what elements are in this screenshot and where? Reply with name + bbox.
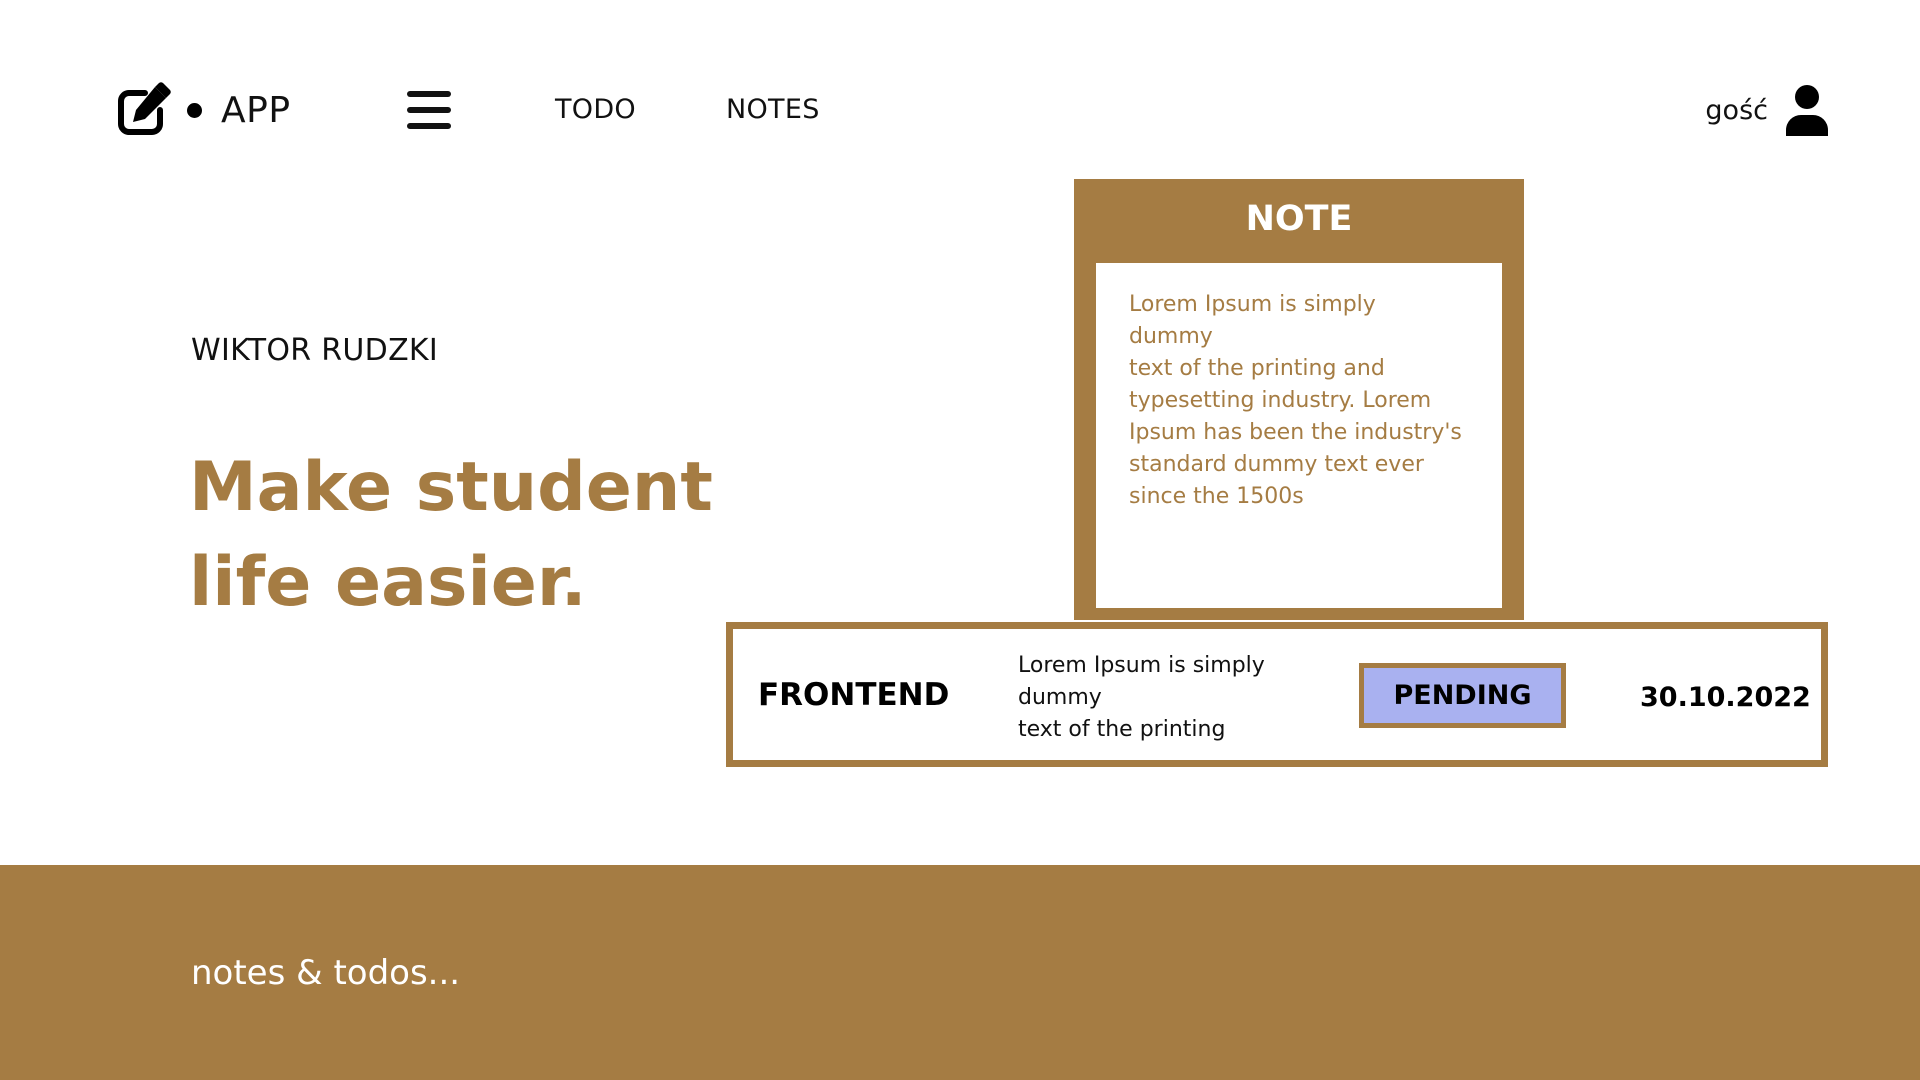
edit-square-icon bbox=[118, 82, 171, 135]
todo-item[interactable]: FRONTEND Lorem Ipsum is simply dummy tex… bbox=[726, 622, 1828, 767]
author-name: WIKTOR RUDZKI bbox=[191, 333, 439, 368]
logo-text: APP bbox=[221, 89, 291, 131]
todo-date: 30.10.2022 bbox=[1640, 682, 1811, 713]
footer-tagline: notes & todos... bbox=[191, 953, 461, 993]
status-badge[interactable]: PENDING bbox=[1359, 663, 1566, 728]
todo-description: Lorem Ipsum is simply dummy text of the … bbox=[1018, 653, 1265, 742]
nav-link-todo[interactable]: TODO bbox=[555, 94, 636, 125]
todo-category: FRONTEND bbox=[758, 677, 950, 713]
page-headline: Make student life easier. bbox=[189, 448, 713, 622]
note-text: Lorem Ipsum is simply dummy text of the … bbox=[1129, 292, 1462, 509]
logo-dot bbox=[187, 102, 202, 118]
note-card[interactable]: NOTE Lorem Ipsum is simply dummy text of… bbox=[1074, 179, 1524, 620]
app-logo[interactable]: APP bbox=[115, 82, 291, 138]
user-name: gość bbox=[1705, 94, 1768, 126]
footer: notes & todos... bbox=[0, 865, 1920, 1080]
hamburger-menu-icon[interactable] bbox=[405, 88, 455, 132]
nav-link-notes[interactable]: NOTES bbox=[726, 94, 820, 125]
note-title: NOTE bbox=[1245, 199, 1353, 239]
note-body: Lorem Ipsum is simply dummy text of the … bbox=[1096, 263, 1502, 608]
user-icon bbox=[1786, 85, 1828, 136]
page: APP TODO NOTES gość WIKTOR RUDZKI Make s… bbox=[0, 0, 1920, 1080]
user-menu[interactable]: gość bbox=[1705, 84, 1830, 136]
header: APP TODO NOTES gość bbox=[0, 0, 1920, 180]
